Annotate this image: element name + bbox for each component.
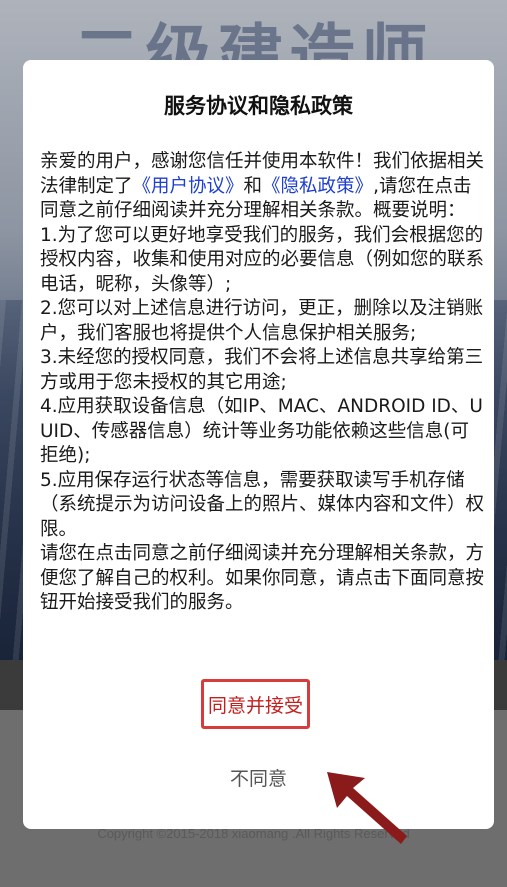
privacy-policy-link[interactable]: 《隐私政策》 — [262, 176, 373, 197]
summary-item-1: 1.为了您可以更好地享受我们的服务，我们会根据您的授权内容，收集和使用对应的必要… — [40, 224, 485, 295]
and-text: 和 — [243, 175, 263, 197]
arrow-icon — [327, 772, 407, 844]
privacy-dialog: 服务协议和隐私政策 亲爱的用户，感谢您信任并使用本软件！我们依据相关法律制定了《… — [23, 60, 494, 844]
user-agreement-link[interactable]: 《用户协议》 — [133, 176, 244, 197]
agree-button[interactable]: 同意并接受 — [201, 679, 310, 729]
summary-item-2: 2.您可以对上述信息进行访问，更正，删除以及注销账户，我们客服也将提供个人信息保… — [40, 298, 484, 344]
summary-item-3: 3.未经您的授权同意，我们不会将上述信息共享给第三方或用于您未授权的其它用途; — [40, 347, 484, 393]
summary-item-4: 4.应用获取设备信息（如IP、MAC、ANDROID ID、UUID、传感器信息… — [40, 396, 483, 466]
summary-item-5: 5.应用保存运行状态等信息，需要获取读写手机存储（系统提示为访问设备上的照片、媒… — [40, 469, 485, 540]
dialog-body: 亲爱的用户，感谢您信任并使用本软件！我们依据相关法律制定了《用户协议》和《隐私政… — [40, 150, 484, 616]
closing-text: 请您在点击同意之前仔细阅读并充分理解相关条款，方便您了解自己的权利。如果你同意，… — [40, 543, 485, 613]
dialog-title: 服务协议和隐私政策 — [164, 94, 353, 118]
